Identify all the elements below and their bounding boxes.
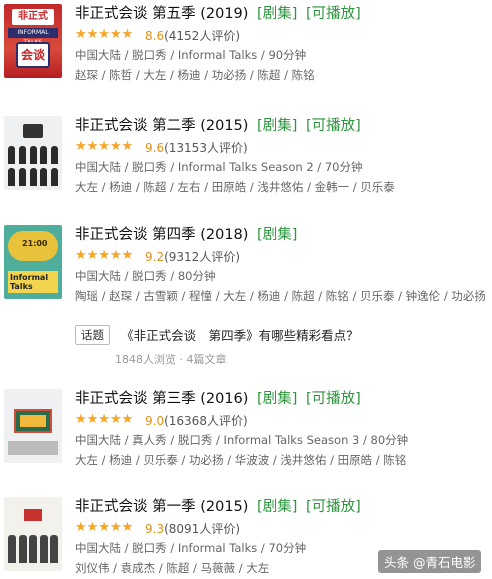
poster-time-text: 21:00: [22, 239, 48, 248]
tag-series: [剧集]: [257, 118, 298, 134]
item-meta: 中国大陆 / 真人秀 / 脱口秀 / Informal Talks Season…: [75, 433, 409, 447]
item-cast: 大左 / 杨迪 / 贝乐泰 / 功必扬 / 华波波 / 浅井悠佑 / 田原皓 /…: [75, 453, 407, 467]
rating-count: (4152人评价): [164, 29, 240, 43]
rating-count: (16368人评价): [164, 414, 248, 428]
star-rating: ★★★★★ ★★★★★: [75, 520, 134, 535]
tag-series: [剧集]: [257, 499, 298, 515]
item-cast: 陶瑶 / 赵琛 / 古雪颖 / 程憧 / 大左 / 杨迪 / 陈超 / 陈铭 /…: [75, 289, 485, 303]
topic-title-link[interactable]: 《非正式会谈 第四季》有哪些精彩看点？: [121, 325, 359, 344]
topic-block: 话题 《非正式会谈 第四季》有哪些精彩看点？ 1848人浏览 · 4篇文章: [75, 324, 485, 367]
watermark: 头条 @青石电影: [378, 550, 482, 573]
item-title-link[interactable]: 非正式会谈 第四季 (2018): [75, 227, 248, 243]
item-meta: 中国大陆 / 脱口秀 / Informal Talks Season 2 / 7…: [75, 160, 363, 174]
tag-playable[interactable]: [可播放]: [306, 391, 361, 407]
item-title-link[interactable]: 非正式会谈 第五季 (2019): [75, 6, 248, 22]
tag-playable[interactable]: [可播放]: [306, 118, 361, 134]
tag-playable[interactable]: [可播放]: [306, 6, 361, 22]
poster-image[interactable]: [4, 116, 62, 190]
item-meta: 中国大陆 / 脱口秀 / Informal Talks / 90分钟: [75, 48, 307, 62]
item-title-link[interactable]: 非正式会谈 第二季 (2015): [75, 118, 248, 134]
topic-badge[interactable]: 话题: [75, 324, 110, 345]
item-cast: 大左 / 杨迪 / 陈超 / 左右 / 田原皓 / 浅井悠佑 / 金韩一 / 贝…: [75, 180, 395, 194]
topic-stats: 1848人浏览 · 4篇文章: [115, 352, 227, 366]
star-rating: ★★★★★ ★★★★★: [75, 27, 134, 42]
rating-count: (9312人评价): [164, 250, 240, 264]
poster-logo-text: 会谈: [16, 42, 50, 68]
rating-score: 9.6: [145, 141, 165, 155]
poster-image[interactable]: [4, 389, 62, 463]
rating-score: 9.0: [145, 414, 165, 428]
poster-image[interactable]: 21:00 Informal Talks: [4, 225, 62, 299]
item-title-link[interactable]: 非正式会谈 第一季 (2015): [75, 499, 248, 515]
rating-count: (13153人评价): [164, 141, 248, 155]
star-rating: ★★★★★ ★★★★★: [75, 139, 134, 154]
star-rating: ★★★★★ ★★★★★: [75, 248, 134, 263]
item-title-link[interactable]: 非正式会谈 第三季 (2016): [75, 391, 248, 407]
rating-score: 8.6: [145, 29, 165, 43]
poster-logo-text: 非正式: [12, 9, 54, 25]
item-meta: 中国大陆 / 脱口秀 / 80分钟: [75, 269, 216, 283]
poster-logo-text: Informal Talks: [8, 271, 58, 293]
rating-score: 9.3: [145, 522, 165, 536]
tag-playable[interactable]: [可播放]: [306, 499, 361, 515]
tag-series: [剧集]: [257, 227, 298, 243]
poster-subtitle: INFORMAL TALKS: [8, 28, 58, 46]
item-cast: 赵琛 / 陈哲 / 大左 / 杨迪 / 功必扬 / 陈超 / 陈铭: [75, 68, 315, 82]
poster-image[interactable]: [4, 497, 62, 571]
rating-score: 9.2: [145, 250, 165, 264]
tag-series: [剧集]: [257, 6, 298, 22]
star-rating: ★★★★★ ★★★★★: [75, 412, 134, 427]
tag-series: [剧集]: [257, 391, 298, 407]
rating-count: (8091人评价): [164, 522, 240, 536]
poster-image[interactable]: 非正式 INFORMAL TALKS 会谈: [4, 4, 62, 78]
